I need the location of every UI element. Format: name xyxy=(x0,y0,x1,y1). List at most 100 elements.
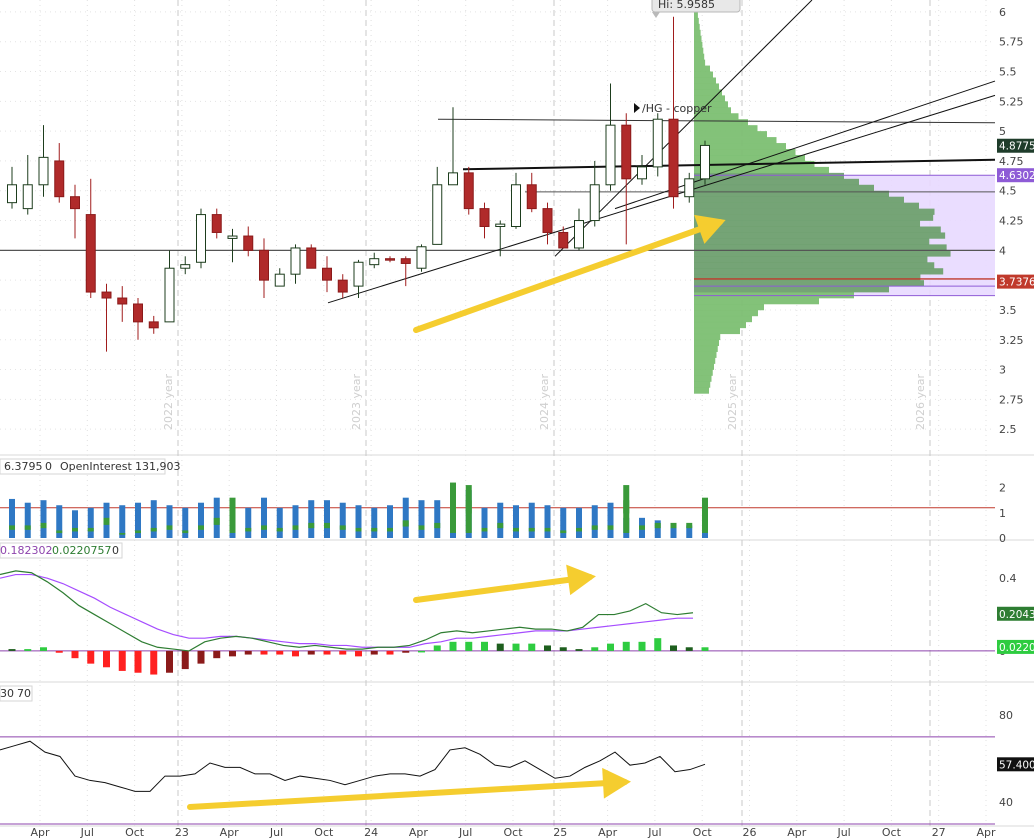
price-tag: 3.7376 xyxy=(999,277,1034,289)
candle-body xyxy=(54,160,65,198)
open-interest-bar xyxy=(182,507,189,538)
candle-body xyxy=(400,258,411,264)
profile-bar xyxy=(694,309,758,317)
volume-bar xyxy=(24,525,31,530)
profile-bar xyxy=(694,95,725,102)
x-tick-label: Oct xyxy=(125,826,145,838)
volume-bar xyxy=(339,525,346,530)
volume-tick-label: 2 xyxy=(999,482,1006,495)
open-interest-bar xyxy=(198,502,204,538)
candle-body xyxy=(274,273,285,287)
candle-body xyxy=(432,184,443,245)
y-tick-label: 4 xyxy=(999,244,1006,257)
open-interest-bar xyxy=(418,500,425,538)
open-interest-bar xyxy=(87,507,94,538)
macd-histogram-bar xyxy=(8,649,16,651)
macd-histogram-bar xyxy=(370,650,378,655)
profile-bar xyxy=(694,256,928,263)
candle-body xyxy=(589,184,600,222)
profile-bar xyxy=(694,77,716,84)
profile-bar xyxy=(694,268,944,275)
profile-bar xyxy=(694,47,704,54)
macd-histogram-bar xyxy=(71,650,79,659)
profile-bar xyxy=(694,131,767,138)
profile-bar xyxy=(694,238,930,245)
volume-bar xyxy=(497,522,504,529)
volume-bar xyxy=(639,525,645,530)
volume-bar xyxy=(576,527,582,532)
volume-bar xyxy=(591,525,598,530)
volume-spike-bar xyxy=(450,482,456,533)
candle-body xyxy=(243,235,254,251)
x-tick-label: 24 xyxy=(364,826,378,838)
volume-bar xyxy=(607,525,614,530)
macd-histogram-bar xyxy=(607,643,614,651)
macd-histogram-bar xyxy=(575,649,583,651)
macd-histogram-bar xyxy=(481,641,488,651)
candle-body xyxy=(85,214,96,293)
volume-bars xyxy=(0,482,995,538)
profile-bar xyxy=(694,59,706,66)
candle-body xyxy=(148,321,159,329)
open-interest-bar xyxy=(497,502,504,538)
high-price-text: Hi: 5.9585 xyxy=(658,0,715,11)
candle-body xyxy=(117,297,128,305)
macd-histogram-bar xyxy=(512,643,520,651)
open-interest-bar xyxy=(213,497,220,538)
symbol-annotation: /HG - copper xyxy=(634,102,712,115)
candle-body xyxy=(621,124,632,180)
volume-bar xyxy=(654,522,661,529)
candle-body xyxy=(526,184,537,210)
y-tick-label: 3.25 xyxy=(999,334,1024,347)
open-interest-bar xyxy=(371,507,378,538)
volume-header: 6.3795 0 OpenInterest 131,903 xyxy=(0,458,181,475)
profile-bar xyxy=(694,369,713,376)
macd-header: 0.182302 0.0220757 0 xyxy=(0,542,123,559)
y-tick-label: 5.5 xyxy=(999,66,1017,79)
profile-bar xyxy=(694,83,719,90)
y-tick-label: 3.5 xyxy=(999,304,1017,317)
macd-arrow-head xyxy=(566,564,596,596)
volume-bar xyxy=(292,525,299,530)
macd-histogram-bar xyxy=(181,650,189,670)
y-tick-label: 2.75 xyxy=(999,393,1024,406)
volume-profile xyxy=(694,11,995,394)
volume-header-value: 6.3795 xyxy=(4,460,43,473)
y-tick-label: 5.75 xyxy=(999,36,1024,49)
macd-histogram-bar xyxy=(260,650,268,655)
x-tick-label: 23 xyxy=(175,826,189,838)
volume-bar xyxy=(166,525,173,530)
price-axis: 65.755.55.2554.754.54.2543.753.53.2532.7… xyxy=(999,6,1024,809)
open-interest-bar xyxy=(560,507,567,538)
profile-bar xyxy=(694,119,748,126)
macd-histogram-bar xyxy=(591,647,599,651)
profile-bar xyxy=(694,71,713,78)
x-tick-label: Jul xyxy=(647,826,661,838)
open-interest-bar xyxy=(591,505,598,538)
x-tick-label: Oct xyxy=(693,826,713,838)
candle-body xyxy=(416,246,427,269)
candle-body xyxy=(196,214,206,263)
volume-bar xyxy=(150,527,157,532)
volume-bar xyxy=(213,517,220,525)
volume-bar xyxy=(513,527,519,532)
candle-body xyxy=(369,258,380,266)
open-interest-bar xyxy=(339,502,346,538)
macd-histogram-bar xyxy=(166,650,173,673)
x-tick-label: Apr xyxy=(409,826,429,838)
volume-spike-bar xyxy=(623,485,630,533)
candle-body xyxy=(637,166,647,180)
open-interest-label: OpenInterest xyxy=(60,460,132,473)
volume-bar xyxy=(686,522,693,529)
macd-histogram-bar xyxy=(418,650,425,653)
macd-histogram-bar xyxy=(118,650,126,671)
macd-histogram-bar xyxy=(244,650,252,655)
macd-histogram-bar xyxy=(134,650,142,673)
profile-bar xyxy=(694,357,716,364)
macd-histogram-bar xyxy=(150,650,158,675)
volume-bar xyxy=(56,530,63,534)
x-tick-label: Apr xyxy=(220,826,240,838)
volume-bar xyxy=(371,527,378,532)
volume-bar xyxy=(245,527,252,532)
volume-bar xyxy=(87,527,94,532)
